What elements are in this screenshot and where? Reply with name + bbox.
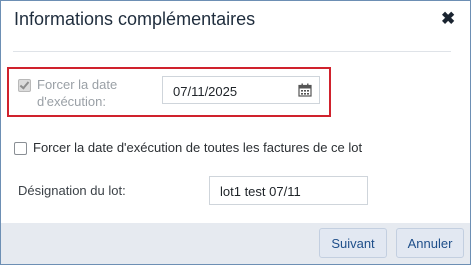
calendar-icon[interactable] <box>298 83 312 97</box>
designation-label: Désignation du lot: <box>18 183 126 198</box>
close-icon[interactable]: ✖ <box>441 9 455 29</box>
force-all-invoices-checkbox[interactable] <box>14 142 27 155</box>
complementary-info-dialog: Informations complémentaires ✖ Forcer la… <box>0 0 471 265</box>
cancel-button[interactable]: Annuler <box>396 228 464 258</box>
force-all-invoices-label: Forcer la date d'exécution de toutes les… <box>33 140 363 155</box>
force-date-checkbox[interactable] <box>18 79 31 92</box>
force-date-label-line1: Forcer la date <box>37 77 118 92</box>
execution-date-input[interactable]: 07/11/2025 <box>162 76 320 104</box>
dialog-footer: Suivant Annuler <box>1 223 470 264</box>
designation-input[interactable]: lot1 test 07/11 <box>209 176 368 205</box>
designation-value: lot1 test 07/11 <box>220 184 301 199</box>
next-button[interactable]: Suivant <box>319 228 387 258</box>
force-date-label-line2: d'exécution: <box>37 94 106 109</box>
execution-date-value: 07/11/2025 <box>173 84 238 99</box>
dialog-title: Informations complémentaires <box>14 9 256 29</box>
title-separator <box>13 51 451 52</box>
